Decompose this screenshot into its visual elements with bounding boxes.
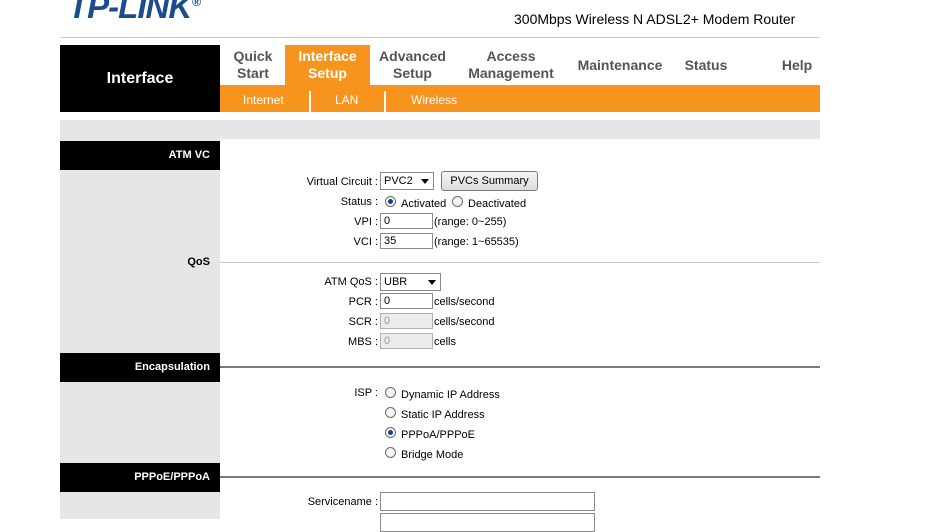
isp-bridge-mode-label: Bridge Mode — [401, 449, 464, 461]
chevron-down-icon — [421, 179, 429, 184]
tab-help[interactable]: Help — [775, 45, 819, 85]
subtab-wireless[interactable]: Wireless — [411, 85, 457, 112]
chevron-down-icon — [428, 280, 436, 285]
pppoe-divider — [220, 476, 820, 478]
subtab-lan[interactable]: LAN — [335, 85, 358, 112]
content-top-band — [60, 120, 820, 139]
atm-qos-select[interactable]: UBR — [380, 273, 441, 291]
tp-link-logo: TP-LINK® — [68, 0, 201, 26]
isp-label: ISP : — [354, 387, 378, 399]
status-activated-label: Activated — [401, 198, 447, 210]
isp-dynamic-ip-radio[interactable] — [385, 387, 396, 398]
servicename-label: Servicename : — [307, 496, 378, 508]
scr-unit: cells/second — [434, 316, 495, 328]
isp-pppoa-pppoe-label: PPPoA/PPPoE — [401, 429, 475, 441]
qos-divider — [220, 262, 820, 263]
tab-quick-start[interactable]: Quick Start — [220, 45, 286, 85]
top-nav: Quick Start Interface Setup Advanced Set… — [220, 45, 820, 85]
mbs-input[interactable]: 0 — [380, 333, 433, 349]
scr-input[interactable]: 0 — [380, 313, 433, 329]
encapsulation-divider — [220, 366, 820, 368]
pcr-input[interactable]: 0 — [380, 293, 433, 309]
atm-qos-label: ATM QoS : — [324, 276, 378, 288]
section-header-atm-vc: ATM VC — [60, 141, 220, 170]
tab-interface-setup[interactable]: Interface Setup — [285, 45, 370, 85]
vci-label: VCI : — [353, 236, 378, 248]
tab-advanced-setup[interactable]: Advanced Setup — [370, 45, 455, 85]
logo-text: TP-LINK — [68, 0, 192, 25]
isp-static-ip-radio[interactable] — [385, 407, 396, 418]
sub-nav: Internet LAN Wireless — [220, 85, 820, 112]
isp-bridge-mode-radio[interactable] — [385, 447, 396, 458]
section-header-encapsulation: Encapsulation — [60, 353, 220, 382]
tab-maintenance[interactable]: Maintenance — [570, 45, 670, 85]
virtual-circuit-label: Virtual Circuit : — [306, 176, 378, 188]
pcr-unit: cells/second — [434, 296, 495, 308]
virtual-circuit-value: PVC2 — [384, 175, 413, 187]
vpi-label: VPI : — [354, 216, 378, 228]
vci-range: (range: 1~65535) — [434, 236, 519, 248]
status-deactivated-label: Deactivated — [468, 198, 527, 210]
logo-registered-mark: ® — [192, 0, 201, 9]
model-name: 300Mbps Wireless N ADSL2+ Modem Router — [514, 11, 796, 27]
next-field-input[interactable] — [380, 513, 595, 532]
tab-access-management[interactable]: Access Management — [458, 45, 564, 85]
header-divider — [60, 37, 820, 38]
mbs-label: MBS : — [348, 336, 378, 348]
atm-qos-value: UBR — [384, 276, 408, 288]
vpi-input[interactable]: 0 — [380, 213, 433, 229]
tab-status[interactable]: Status — [675, 45, 737, 85]
status-deactivated-radio[interactable] — [452, 196, 463, 207]
isp-static-ip-label: Static IP Address — [401, 409, 485, 421]
pvcs-summary-button[interactable]: PVCs Summary — [441, 171, 538, 191]
section-title: Interface — [60, 45, 220, 112]
isp-dynamic-ip-label: Dynamic IP Address — [401, 389, 500, 401]
virtual-circuit-select[interactable]: PVC2 — [380, 172, 434, 190]
status-activated-radio[interactable] — [385, 196, 396, 207]
pcr-label: PCR : — [348, 296, 378, 308]
subnav-divider — [384, 91, 386, 112]
isp-pppoa-pppoe-radio[interactable] — [385, 427, 396, 438]
vci-input[interactable]: 35 — [380, 233, 433, 249]
subnav-divider — [309, 91, 311, 112]
vpi-range: (range: 0~255) — [434, 216, 507, 228]
scr-label: SCR : — [348, 316, 378, 328]
section-header-pppoe-pppoa: PPPoE/PPPoA — [60, 463, 220, 492]
servicename-input[interactable] — [380, 492, 595, 511]
mbs-unit: cells — [434, 336, 457, 348]
status-label: Status : — [340, 196, 378, 208]
subtab-internet[interactable]: Internet — [243, 85, 284, 112]
section-label-qos: QoS — [187, 256, 210, 268]
